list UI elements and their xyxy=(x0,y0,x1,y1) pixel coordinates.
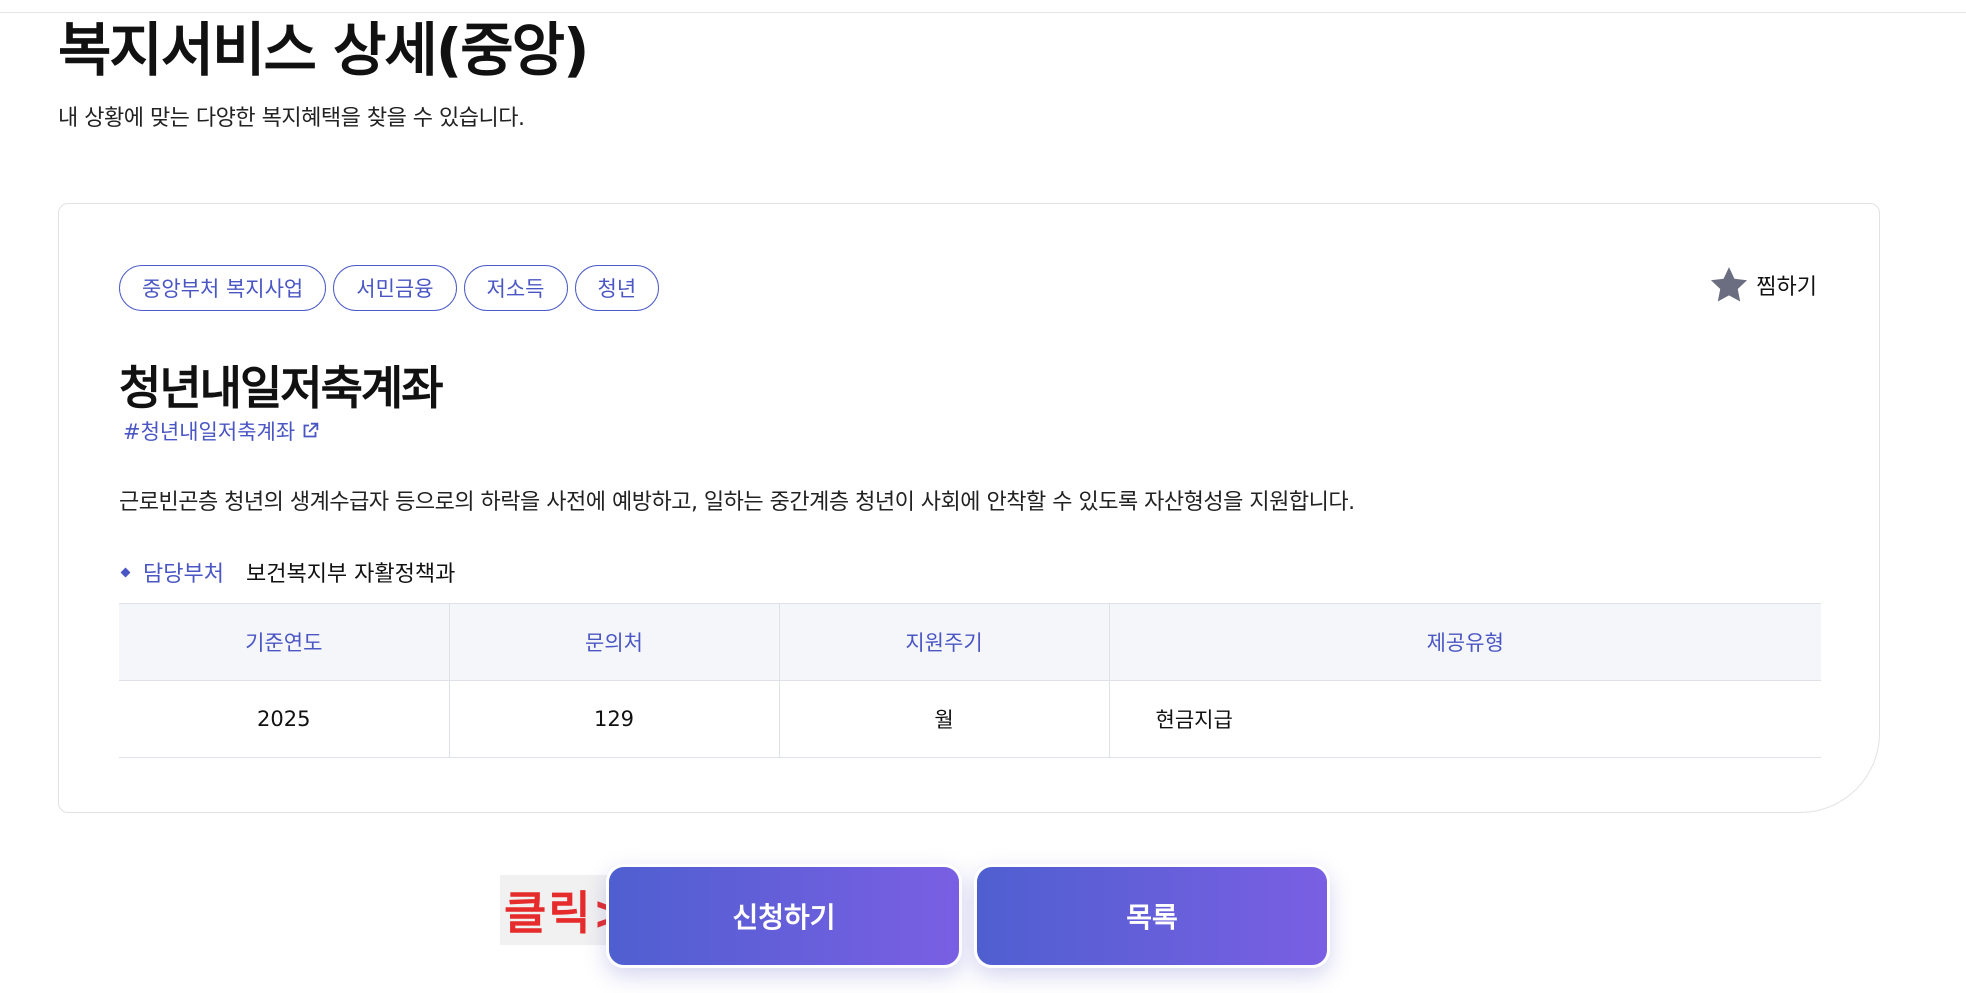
external-link-icon xyxy=(303,422,319,438)
table-header-cell: 기준연도 xyxy=(119,603,450,681)
table-row: 2025 129 월 현금지급 xyxy=(119,680,1821,758)
table-cell: 월 xyxy=(779,680,1110,758)
service-description: 근로빈곤층 청년의 생계수급자 등으로의 하락을 사전에 예방하고, 일하는 중… xyxy=(119,490,1355,515)
department-label: 담당부처 xyxy=(143,562,224,587)
department-value: 보건복지부 자활정책과 xyxy=(245,562,456,587)
apply-button[interactable]: 신청하기 xyxy=(606,864,962,968)
bullet-diamond-icon xyxy=(120,567,131,577)
bookmark-label: 찜하기 xyxy=(1756,275,1817,300)
tag-list: 중앙부처 복지사업 서민금융 저소득 청년 xyxy=(119,265,660,311)
tag-item[interactable]: 청년 xyxy=(574,265,660,311)
info-table: 기준연도 문의처 지원주기 제공유형 2025 129 월 현금지급 xyxy=(119,603,1821,758)
service-hashtag-link[interactable]: #청년내일저축계좌 xyxy=(123,416,321,446)
hashtag-text: #청년내일저축계좌 xyxy=(123,420,296,444)
table-header-cell: 지원주기 xyxy=(779,603,1110,681)
bookmark-button[interactable]: 찜하기 xyxy=(1708,264,1817,306)
tag-item[interactable]: 저소득 xyxy=(463,265,568,311)
table-cell: 2025 xyxy=(119,680,450,758)
table-header-row: 기준연도 문의처 지원주기 제공유형 xyxy=(119,603,1821,681)
tag-item[interactable]: 중앙부처 복지사업 xyxy=(119,265,327,311)
service-title: 청년내일저축계좌 xyxy=(119,361,444,415)
table-header-cell: 문의처 xyxy=(449,603,780,681)
table-cell: 현금지급 xyxy=(1109,680,1821,758)
service-detail-card: 중앙부처 복지사업 서민금융 저소득 청년 찜하기 청년내일저축계좌 #청년내일… xyxy=(58,203,1880,813)
list-button[interactable]: 목록 xyxy=(974,864,1330,968)
table-header-cell: 제공유형 xyxy=(1109,603,1821,681)
table-cell: 129 xyxy=(449,680,780,758)
page-subtitle: 내 상황에 맞는 다양한 복지혜택을 찾을 수 있습니다. xyxy=(58,106,525,131)
star-icon xyxy=(1711,267,1748,302)
department-row: 담당부처 보건복지부 자활정책과 xyxy=(119,556,455,588)
page-title: 복지서비스 상세(중앙) xyxy=(58,16,589,84)
tag-item[interactable]: 서민금융 xyxy=(333,265,457,311)
